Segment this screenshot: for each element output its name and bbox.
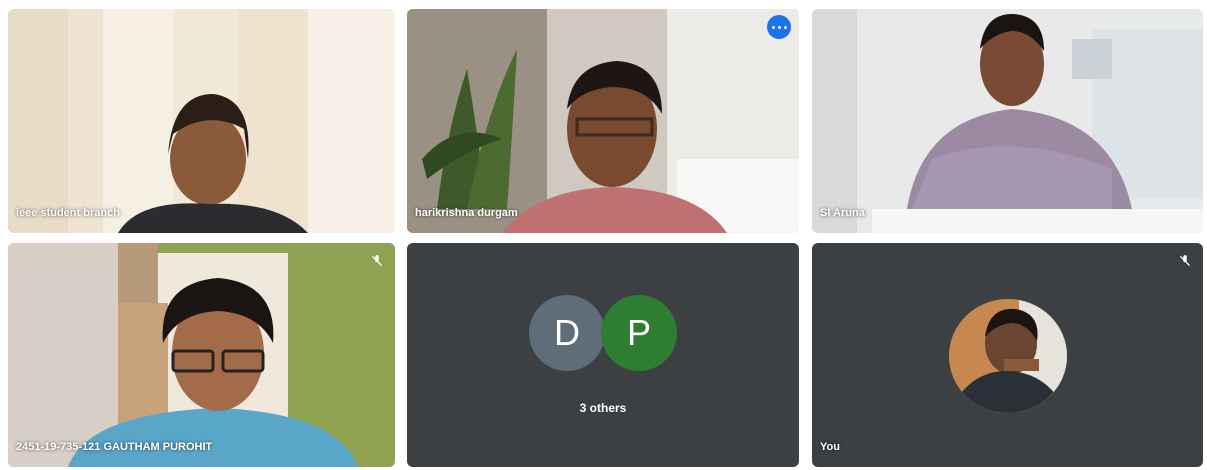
- mic-off-indicator: [1177, 253, 1193, 269]
- participant-video-aruna: [812, 9, 1203, 233]
- participant-video-ieee: [8, 9, 395, 233]
- mic-off-icon: [1179, 255, 1191, 267]
- participant-tile-gautham[interactable]: 2451-19-735-121 GAUTHAM PUROHIT: [8, 243, 395, 467]
- self-avatar: [949, 299, 1067, 413]
- participant-video-harikrishna: [407, 9, 799, 233]
- mic-off-indicator: [369, 253, 385, 269]
- participant-video-gautham: [8, 243, 395, 467]
- participant-avatar-p: P: [601, 295, 677, 371]
- participant-name: ieee student branch: [16, 207, 120, 219]
- others-tile[interactable]: D P 3 others: [407, 243, 799, 467]
- self-avatar-image: [949, 299, 1067, 413]
- participant-name: 2451-19-735-121 GAUTHAM PUROHIT: [16, 441, 213, 453]
- participant-name: SI Aruna: [820, 207, 865, 219]
- others-count-label: 3 others: [579, 401, 627, 415]
- participant-tile-aruna[interactable]: SI Aruna: [812, 9, 1203, 233]
- participant-name: harikrishna durgam: [415, 207, 518, 219]
- more-options-icon: [771, 25, 775, 29]
- mic-off-icon: [371, 255, 383, 267]
- self-tile[interactable]: You: [812, 243, 1203, 467]
- participant-avatar-d: D: [529, 295, 605, 371]
- participant-tile-harikrishna[interactable]: harikrishna durgam: [407, 9, 799, 233]
- self-name: You: [820, 441, 840, 453]
- participant-tile-ieee[interactable]: ieee student branch: [8, 9, 395, 233]
- more-options-button[interactable]: [767, 15, 791, 39]
